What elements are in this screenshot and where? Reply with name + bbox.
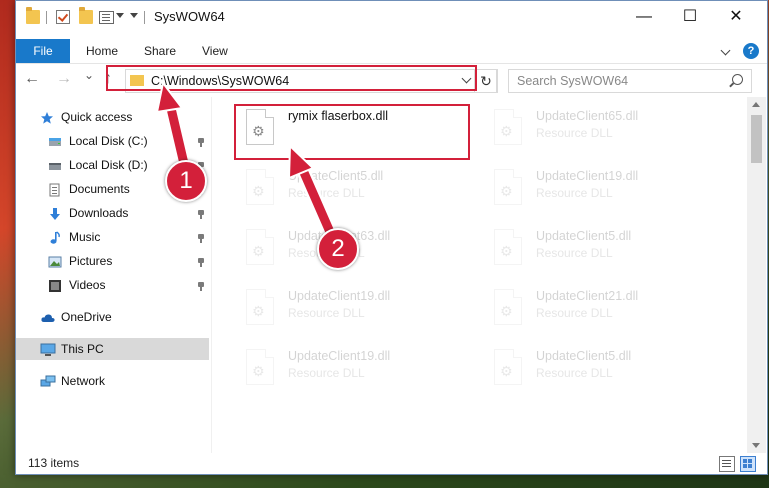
scrollbar-thumb[interactable] <box>751 115 762 163</box>
help-icon[interactable]: ? <box>743 43 759 59</box>
pin-icon[interactable] <box>197 282 205 291</box>
details-view-icon[interactable] <box>719 456 735 472</box>
file-highlight <box>234 104 470 160</box>
search-input[interactable]: Search SysWOW64 <box>508 69 752 93</box>
pin-icon[interactable] <box>197 234 205 243</box>
dll-file-icon <box>246 289 274 325</box>
new-folder-icon[interactable] <box>79 7 93 24</box>
dll-file-icon <box>494 229 522 265</box>
pin-icon[interactable] <box>197 210 205 219</box>
dll-file-icon <box>494 169 522 205</box>
dll-file-icon <box>246 349 274 385</box>
step-2-badge: 2 <box>317 228 359 270</box>
item-count: 113 items <box>28 456 80 470</box>
star-icon <box>40 110 54 124</box>
file-type: Resource DLL <box>536 126 613 140</box>
tab-home[interactable]: Home <box>86 39 118 63</box>
minimize-button[interactable]: — <box>621 1 667 32</box>
dll-file-icon <box>494 289 522 325</box>
back-button[interactable]: ← <box>24 71 40 87</box>
file-name: UpdateClient21.dll <box>536 289 639 303</box>
videos-icon <box>48 278 62 292</box>
dll-file-icon <box>494 109 522 145</box>
title-bar: SysWOW64 — ☐ ✕ <box>16 1 767 32</box>
pin-icon[interactable] <box>197 138 205 147</box>
window-title: SysWOW64 <box>154 9 225 24</box>
pictures-icon <box>48 254 62 268</box>
file-tile[interactable]: UpdateClient19.dll Resource DLL <box>236 281 476 337</box>
file-name: UpdateClient5.dll <box>288 169 384 183</box>
cloud-icon <box>40 310 55 324</box>
search-icon[interactable] <box>732 74 743 85</box>
file-name: UpdateClient19.dll <box>288 289 391 303</box>
recent-locations-button[interactable]: ⌄ <box>81 67 97 83</box>
scroll-up-icon[interactable] <box>752 102 760 107</box>
file-tile[interactable]: UpdateClient65.dll Resource DLL <box>484 101 724 157</box>
file-tile[interactable]: UpdateClient5.dll Resource DLL <box>236 161 476 217</box>
file-tile[interactable]: UpdateClient5.dll Resource DLL <box>484 221 724 277</box>
file-name: UpdateClient65.dll <box>536 109 639 123</box>
large-icons-view-icon[interactable] <box>740 456 756 472</box>
navigation-pane: Quick access Local Disk (C:) Local Disk … <box>16 97 209 453</box>
step-1-badge: 1 <box>165 160 207 202</box>
file-name: UpdateClient5.dll <box>536 349 632 363</box>
title-separator <box>46 11 47 24</box>
file-tile[interactable]: UpdateClient19.dll Resource DLL <box>484 161 724 217</box>
folder-icon <box>26 7 40 24</box>
refresh-button[interactable]: ↻ <box>474 69 498 93</box>
computer-icon <box>40 342 56 356</box>
properties-check-icon[interactable] <box>56 10 70 24</box>
file-tile[interactable]: UpdateClient21.dll Resource DLL <box>484 281 724 337</box>
file-type: Resource DLL <box>536 246 613 260</box>
file-type: Resource DLL <box>536 306 613 320</box>
file-name: UpdateClient19.dll <box>536 169 639 183</box>
ribbon-tabs: File Home Share View ? <box>16 39 767 64</box>
tab-file[interactable]: File <box>16 39 70 63</box>
quick-access-dropdown-icon[interactable] <box>130 13 138 18</box>
tab-share[interactable]: Share <box>144 39 176 63</box>
file-name: UpdateClient5.dll <box>536 229 632 243</box>
file-type: Resource DLL <box>288 306 365 320</box>
quick-access-properties-icon[interactable] <box>99 11 114 24</box>
dll-file-icon <box>494 349 522 385</box>
forward-button[interactable]: → <box>56 71 72 87</box>
file-name: UpdateClient19.dll <box>288 349 391 363</box>
address-bar-highlight <box>106 65 477 91</box>
network-icon <box>40 374 56 388</box>
vertical-scrollbar[interactable] <box>747 97 766 453</box>
title-separator <box>144 11 145 24</box>
scroll-down-icon[interactable] <box>752 443 760 448</box>
dll-file-icon <box>246 229 274 265</box>
dll-file-icon <box>246 169 274 205</box>
documents-icon <box>48 182 62 197</box>
file-type: Resource DLL <box>288 186 365 200</box>
expand-ribbon-chevron-icon[interactable] <box>720 45 731 56</box>
maximize-button[interactable]: ☐ <box>667 1 713 32</box>
file-type: Resource DLL <box>536 186 613 200</box>
customize-toolbar-dropdown-icon[interactable] <box>116 13 124 18</box>
status-bar: 113 items <box>16 453 767 474</box>
file-type: Resource DLL <box>288 366 365 380</box>
file-tile[interactable]: UpdateClient5.dll Resource DLL <box>484 341 724 397</box>
pin-icon[interactable] <box>197 258 205 267</box>
tab-view[interactable]: View <box>202 39 228 63</box>
music-icon <box>48 230 62 244</box>
download-icon <box>48 206 62 220</box>
file-tile[interactable]: UpdateClient19.dll Resource DLL <box>236 341 476 397</box>
drive-icon <box>48 158 62 172</box>
search-placeholder: Search SysWOW64 <box>517 74 629 88</box>
file-type: Resource DLL <box>536 366 613 380</box>
close-button[interactable]: ✕ <box>713 1 759 32</box>
drive-icon <box>48 134 62 148</box>
